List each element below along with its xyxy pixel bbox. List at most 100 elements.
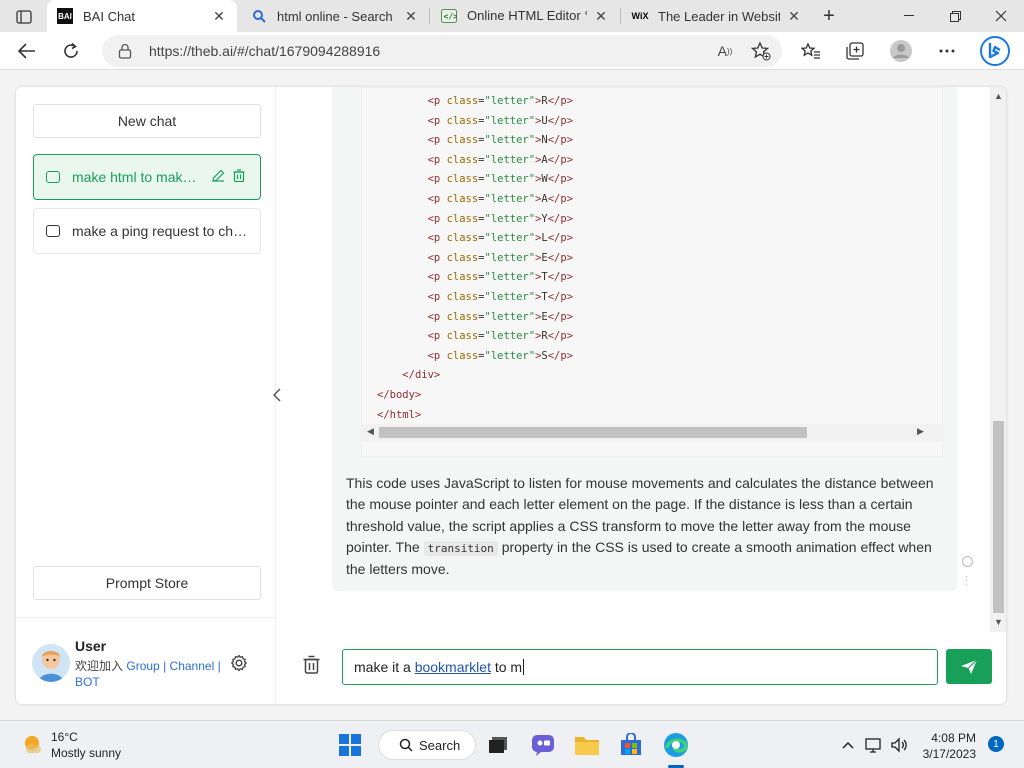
sidebar: New chat make html to make the letters m… [16,87,276,704]
chat-item-title: make a ping request to check [72,223,248,239]
tab-title: html online - Search [277,8,393,24]
input-text-underlined: bookmarklet [414,659,491,675]
settings-gear-icon[interactable] [230,654,248,677]
bot-link[interactable]: BOT [75,675,100,689]
html-editor-favicon-icon: </> [441,8,457,24]
user-panel: User 欢迎加入 Group | Channel | BOT [16,617,276,704]
chat-bubble-icon [46,225,60,237]
code-line: <p class="letter">W</p> [427,173,574,186]
scroll-down-arrow-icon[interactable]: ▼ [994,617,1003,627]
delete-icon[interactable] [233,169,245,185]
close-tab-icon[interactable]: ✕ [403,8,419,25]
input-text: make it a [354,659,415,675]
message-status-icon[interactable] [962,556,973,567]
chat-app-icon[interactable] [529,731,557,759]
code-line: </body> [377,388,422,401]
message-input[interactable]: make it a bookmarklet to m [342,649,938,685]
scroll-up-arrow-icon[interactable]: ▲ [994,91,1003,101]
volume-icon[interactable] [889,735,909,755]
collections-icon[interactable] [840,36,870,66]
bai-favicon-icon: BAI [57,8,73,24]
community-links: 欢迎加入 Group | Channel | BOT [75,658,225,690]
chat-vertical-scrollbar[interactable]: ▲ ▼ [990,87,1006,632]
chat-item-active[interactable]: make html to make the letters [33,154,261,200]
url-text[interactable]: https://theb.ai/#/chat/1679094288916 [149,43,380,59]
weather-sun-icon[interactable] [20,731,44,760]
link-separator: | [163,659,167,673]
windows-taskbar: 16°C Mostly sunny Search 4:08 PM 3/17/20… [0,720,1024,768]
task-view-icon[interactable] [484,731,512,759]
clock-time: 4:08 PM [931,731,976,745]
prompt-store-button[interactable]: Prompt Store [33,566,261,600]
group-link[interactable]: Group [126,659,159,673]
input-text: to m [490,659,523,675]
close-tab-icon[interactable]: ✕ [786,8,802,25]
svg-text:</>: </> [444,12,458,21]
file-explorer-icon[interactable] [573,731,601,759]
network-icon[interactable] [864,735,884,755]
refresh-icon[interactable] [56,36,86,66]
code-line: <p class="letter">R</p> [427,330,574,343]
read-aloud-icon[interactable]: A)) [714,41,736,61]
weather-description[interactable]: Mostly sunny [51,746,121,760]
edit-icon[interactable] [212,169,225,185]
clear-chat-trash-icon[interactable] [303,655,320,679]
search-label: Search [419,737,461,753]
code-horizontal-scrollbar[interactable]: ◀ ▶ [362,424,942,441]
scroll-left-arrow-icon[interactable]: ◀ [367,426,374,437]
scrollbar-thumb[interactable] [993,421,1004,613]
tab-bai-chat[interactable]: BAI BAI Chat ✕ [47,0,237,32]
message-text: This code uses JavaScript to listen for … [346,473,946,580]
browser-tab-strip: BAI BAI Chat ✕ html online - Search ✕ </… [0,0,1024,32]
profile-avatar-icon[interactable] [886,36,916,66]
code-line: <p class="letter">N</p> [427,134,574,147]
add-favorite-icon[interactable] [750,41,772,61]
scrollbar-thumb[interactable] [379,427,807,438]
new-chat-button[interactable]: New chat [33,104,261,138]
scroll-right-arrow-icon[interactable]: ▶ [917,426,924,437]
notification-badge[interactable]: 1 [988,736,1004,752]
bing-chat-icon[interactable] [978,34,1012,68]
chat-item[interactable]: make a ping request to check [33,208,261,254]
tab-html-online-search[interactable]: html online - Search ✕ [241,0,429,32]
tab-online-html-editor[interactable]: </> Online HTML Editor ✎ I ✕ [431,0,619,32]
code-block: <p class="letter">R</p> <p class="letter… [361,87,943,457]
lock-icon[interactable] [118,43,132,64]
tab-title: Online HTML Editor ✎ I [467,8,587,23]
system-clock[interactable]: 4:08 PM 3/17/2023 [918,730,976,762]
avatar[interactable] [32,644,70,682]
tab-wix[interactable]: WiX The Leader in Website C ✕ [622,0,812,32]
close-window-icon[interactable] [978,0,1024,32]
channel-link[interactable]: Channel [170,659,215,673]
link-separator: | [217,659,221,673]
text-caret [523,659,525,675]
restore-icon[interactable] [932,0,978,32]
tab-actions-icon[interactable] [8,6,40,28]
chat-main: <p class="letter">R</p> <p class="letter… [277,87,1006,704]
send-button[interactable] [946,649,992,684]
tab-title: The Leader in Website C [658,8,780,24]
new-tab-button[interactable]: + [812,0,846,32]
minimize-icon[interactable] [886,0,932,32]
inline-code: transition [423,540,498,556]
code-line: <p class="letter">R</p> [427,95,574,107]
code-line: <p class="letter">E</p> [427,251,574,264]
chat-bubble-icon [46,171,60,183]
favorites-icon[interactable] [796,36,826,66]
code-line: <p class="letter">Y</p> [427,212,574,225]
show-hidden-icons-chevron-icon[interactable] [838,735,858,755]
weather-temperature[interactable]: 16°C [51,730,78,744]
microsoft-store-icon[interactable] [617,731,645,759]
taskbar-search[interactable]: Search [378,730,476,760]
code-line: <p class="letter">T</p> [427,290,574,303]
windows-start-icon[interactable] [336,731,364,759]
wix-favicon-icon: WiX [631,11,649,21]
more-options-icon[interactable] [932,36,962,66]
address-bar[interactable]: https://theb.ai/#/chat/1679094288916 A)) [102,35,782,67]
code-line: </div> [402,369,441,382]
edge-browser-icon[interactable] [662,731,690,759]
back-arrow-icon[interactable] [12,36,42,66]
message-more-icon[interactable]: · · · [965,572,968,590]
close-tab-icon[interactable]: ✕ [593,8,609,25]
close-tab-icon[interactable]: ✕ [211,8,227,25]
